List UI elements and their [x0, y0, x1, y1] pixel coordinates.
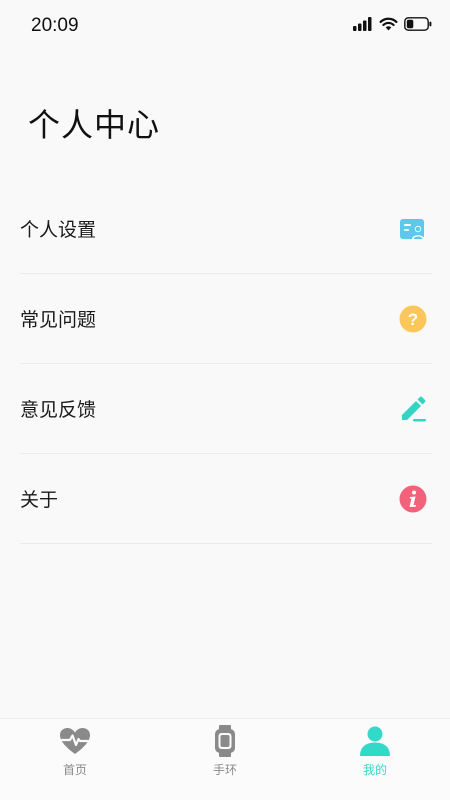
- tab-label: 首页: [62, 763, 87, 777]
- info-icon: [398, 484, 428, 514]
- signal-icon: [353, 17, 372, 31]
- user-icon: [358, 725, 392, 757]
- tab-home[interactable]: 首页: [0, 719, 150, 800]
- status-bar: 20:09: [0, 0, 450, 54]
- watch-icon: [208, 725, 242, 757]
- wifi-icon: [379, 17, 398, 31]
- menu-item-about[interactable]: 关于: [20, 454, 432, 544]
- tab-label: 我的: [362, 763, 387, 777]
- profile-screen: 20:09 个人中心 个人设置 常见问题 ? 意见反馈 关于 首页 手环 我的: [0, 0, 450, 800]
- pencil-icon: [398, 394, 428, 424]
- question-icon: ?: [398, 304, 428, 334]
- tab-band[interactable]: 手环: [150, 719, 300, 800]
- menu-item-label: 意见反馈: [20, 399, 97, 421]
- tab-label: 手环: [212, 763, 237, 777]
- menu-item-faq[interactable]: 常见问题 ?: [20, 274, 432, 364]
- menu-item-label: 常见问题: [20, 309, 97, 331]
- bottom-tab-bar: 首页 手环 我的: [0, 718, 450, 800]
- menu-item-label: 个人设置: [20, 219, 97, 241]
- settings-menu: 个人设置 常见问题 ? 意见反馈 关于: [0, 184, 450, 544]
- status-time: 20:09: [31, 15, 79, 36]
- status-icons: [353, 17, 432, 31]
- tab-mine[interactable]: 我的: [300, 719, 450, 800]
- menu-item-feedback[interactable]: 意见反馈: [20, 364, 432, 454]
- page-title: 个人中心: [28, 106, 161, 144]
- menu-item-personal-settings[interactable]: 个人设置: [20, 184, 432, 274]
- menu-item-label: 关于: [20, 489, 59, 511]
- battery-icon: [404, 17, 432, 31]
- heart-pulse-icon: [58, 725, 92, 757]
- svg-text:?: ?: [408, 310, 418, 329]
- profile-card-icon: [398, 214, 428, 244]
